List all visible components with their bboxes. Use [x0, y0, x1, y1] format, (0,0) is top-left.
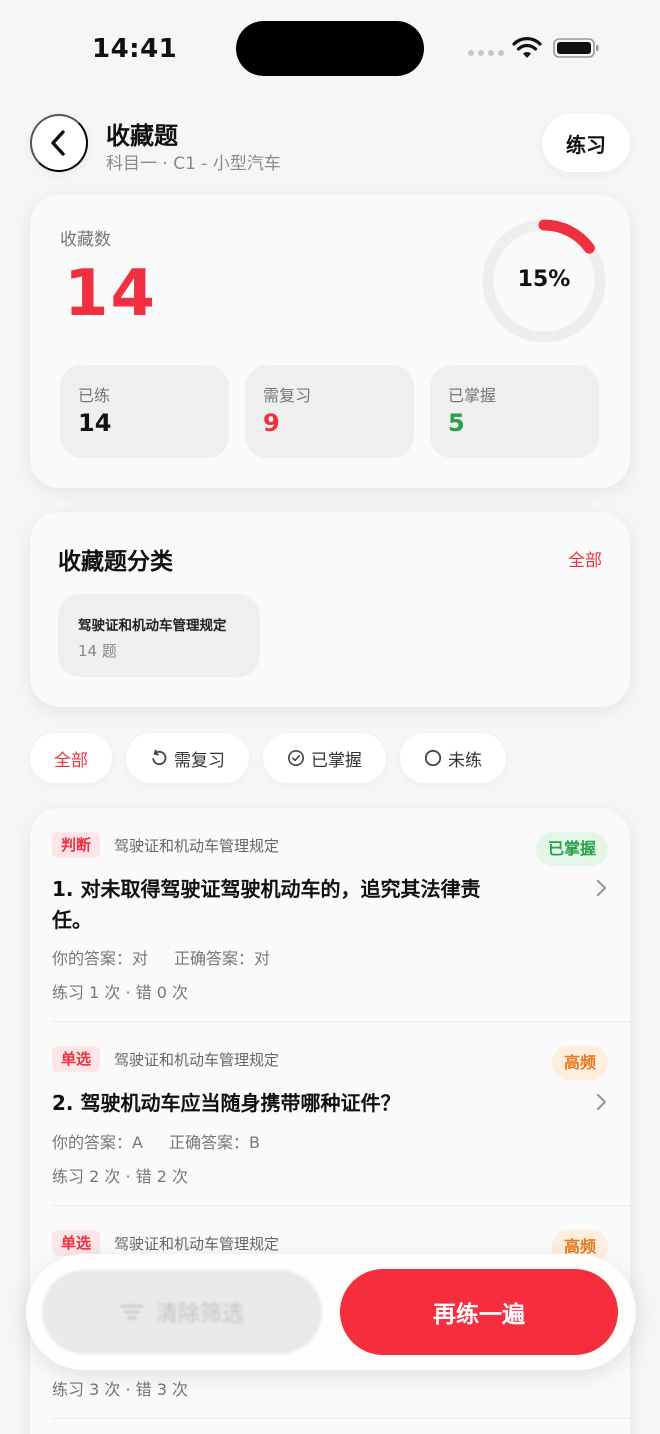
- filter-tab-mastered[interactable]: 已掌握: [263, 733, 386, 783]
- bottom-action-bar: 清除筛选 再练一遍: [26, 1254, 636, 1370]
- question-category: 驾驶证和机动车管理规定: [114, 1235, 280, 1253]
- stat-mastered: 已掌握 5: [430, 365, 599, 458]
- category-title: 收藏题分类: [58, 549, 173, 575]
- filter-tab-unpracticed[interactable]: 未练: [400, 733, 506, 783]
- stat-value: 5: [448, 409, 465, 437]
- status-bar: 14:41: [0, 0, 660, 96]
- stat-need-review: 需复习 9: [245, 365, 414, 458]
- category-chip[interactable]: 驾驶证和机动车管理规定 14 题: [58, 594, 260, 677]
- answer-row: 你的答案：对 正确答案：对: [52, 945, 296, 969]
- your-answer: 你的答案：对: [52, 949, 149, 968]
- correct-answer: 正确答案：对: [174, 949, 271, 968]
- filter-tab-label: 需复习: [174, 750, 225, 771]
- status-badge: 高频: [551, 1046, 608, 1080]
- dynamic-island: [236, 21, 424, 76]
- question-text: 1. 对未取得驾驶证驾驶机动车的，追究其法律责任。: [52, 877, 481, 932]
- battery-icon: [553, 38, 599, 58]
- stat-label: 已练: [78, 386, 111, 405]
- question-type-tag: 单选: [52, 1230, 101, 1256]
- practice-button[interactable]: 练习: [542, 114, 630, 172]
- rotate-left-icon: [152, 749, 167, 766]
- progress-percent: 15%: [517, 267, 571, 292]
- question-category: 驾驶证和机动车管理规定: [114, 1051, 280, 1069]
- filter-lines-icon: [120, 1304, 144, 1320]
- your-answer: 你的答案：A: [52, 1133, 143, 1152]
- stat-value: 14: [78, 409, 112, 437]
- filter-tab-label: 未练: [448, 750, 482, 771]
- question-type-tag: 判断: [52, 832, 101, 858]
- page: 14:41 收藏题 科目一 · C1 - 小型汽车 练习 收藏数 14 15%: [0, 0, 660, 1434]
- practice-stats: 练习 1 次 · 错 0 次: [52, 983, 188, 1002]
- stat-label: 需复习: [263, 386, 312, 405]
- circle-icon: [424, 749, 442, 767]
- favorites-stats-card: 收藏数 14 15% 已练 14 需复习 9 已掌握 5: [30, 195, 630, 488]
- status-time: 14:41: [92, 34, 178, 64]
- question-type-tag: 单选: [52, 1046, 101, 1072]
- category-all-link[interactable]: 全部: [568, 546, 602, 571]
- category-count: 14 题: [78, 642, 117, 660]
- page-subtitle: 科目一 · C1 - 小型汽车: [106, 154, 281, 174]
- filter-tabs: 全部 需复习 已掌握 未练: [30, 733, 506, 783]
- category-card: 收藏题分类 全部 驾驶证和机动车管理规定 14 题: [30, 512, 630, 707]
- category-name: 驾驶证和机动车管理规定: [78, 618, 227, 634]
- correct-answer: 正确答案：B: [168, 1133, 260, 1152]
- chevron-right-icon: [596, 879, 607, 897]
- back-button[interactable]: [30, 114, 88, 172]
- stat-label: 已掌握: [448, 386, 497, 405]
- stat-value: 9: [263, 409, 280, 437]
- filter-tab-all[interactable]: 全部: [30, 733, 112, 783]
- clear-filter-button[interactable]: 清除筛选: [42, 1270, 322, 1354]
- practice-again-button[interactable]: 再练一遍: [340, 1269, 618, 1355]
- divider: [52, 1418, 630, 1419]
- wifi-icon: [512, 37, 542, 58]
- filter-tab-label: 全部: [54, 750, 88, 771]
- check-circle-icon: [288, 750, 304, 766]
- question-category: 驾驶证和机动车管理规定: [114, 837, 280, 855]
- stat-practiced: 已练 14: [60, 365, 229, 458]
- clear-filter-label: 清除筛选: [155, 1301, 244, 1326]
- question-text: 2. 驾驶机动车应当随身携带哪种证件？: [52, 1091, 401, 1115]
- filter-tab-need-review[interactable]: 需复习: [126, 733, 249, 783]
- page-title: 收藏题: [106, 122, 178, 150]
- cellular-signal-icon: [468, 50, 504, 56]
- favorites-count-label: 收藏数: [60, 230, 111, 250]
- question-item[interactable]: 判断 驾驶证和机动车管理规定 已掌握 1. 对未取得驾驶证驾驶机动车的，追究其法…: [30, 808, 630, 1021]
- answer-row: 你的答案：A 正确答案：B: [52, 1129, 286, 1153]
- practice-stats: 练习 3 次 · 错 3 次: [52, 1380, 188, 1399]
- chevron-right-icon: [596, 1093, 607, 1111]
- question-item[interactable]: 单选 驾驶证和机动车管理规定 高频 2. 驾驶机动车应当随身携带哪种证件？ 你的…: [30, 1022, 630, 1205]
- favorites-count: 14: [64, 257, 158, 331]
- chevron-left-icon: [51, 130, 65, 156]
- practice-stats: 练习 2 次 · 错 2 次: [52, 1167, 188, 1186]
- status-badge: 已掌握: [535, 832, 608, 866]
- filter-tab-label: 已掌握: [311, 750, 362, 771]
